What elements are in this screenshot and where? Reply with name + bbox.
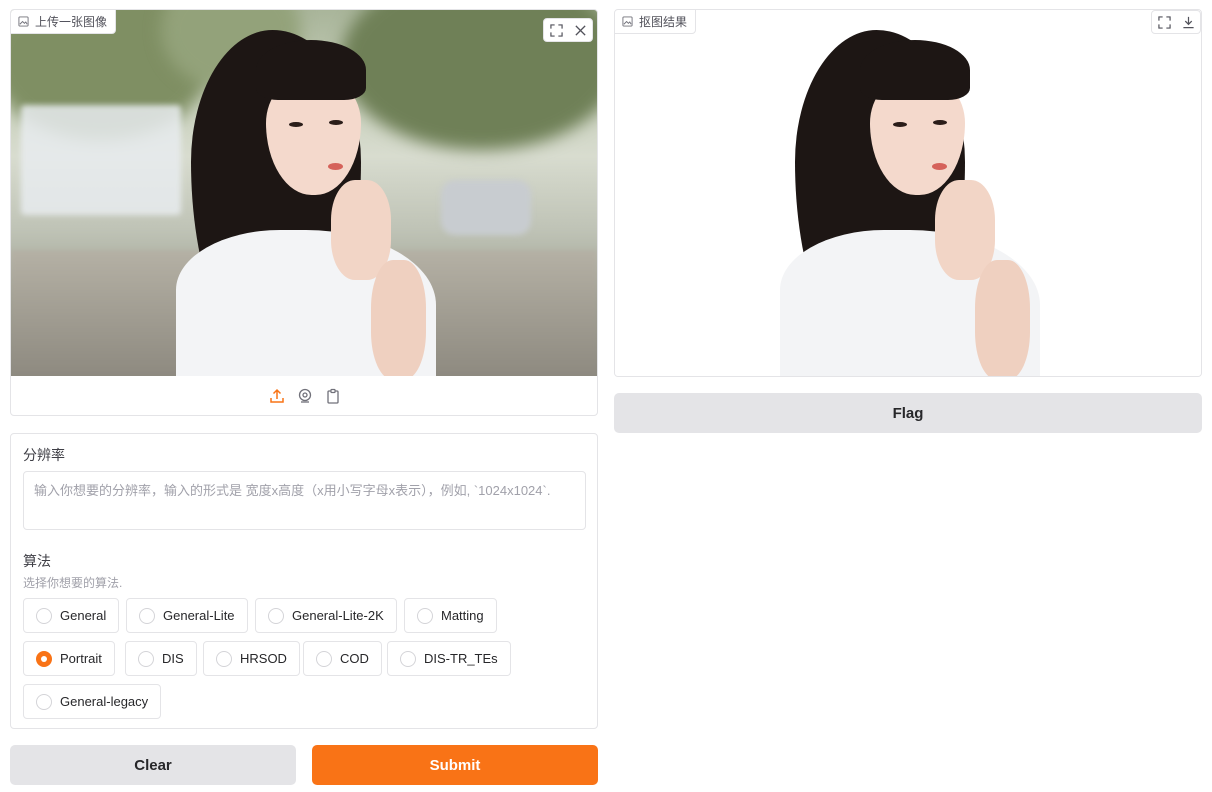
radio-dot: [316, 650, 332, 667]
radio-dot: [138, 650, 154, 667]
radio-hrsod[interactable]: HRSOD: [203, 641, 300, 676]
algorithm-label: 算法: [23, 553, 51, 569]
upload-icon[interactable]: [269, 388, 285, 404]
algorithm-info: 选择你想要的算法.: [23, 576, 123, 590]
output-image-panel: 抠图结果: [614, 9, 1202, 377]
input-source-toolbar: [269, 388, 341, 404]
fullscreen-icon[interactable]: [544, 19, 568, 41]
radio-dis[interactable]: DIS: [125, 641, 197, 676]
close-icon[interactable]: [568, 19, 592, 41]
radio-dot: [139, 607, 155, 624]
radio-general-legacy[interactable]: General-legacy: [23, 684, 162, 719]
resolution-input[interactable]: 输入你想要的分辨率，输入的形式是 宽度x高度（x用小写字母x表示），例如, `1…: [23, 471, 586, 530]
radio-general-lite-2k[interactable]: General-Lite-2K: [255, 598, 397, 633]
radio-dot: [216, 650, 232, 667]
fullscreen-icon[interactable]: [1152, 11, 1176, 33]
radio-dot: [400, 650, 416, 667]
output-image-label-text: 抠图结果: [639, 15, 688, 29]
radio-dot: [417, 607, 433, 624]
output-image-label: 抠图结果: [615, 10, 697, 34]
radio-dot-selected: [36, 650, 52, 667]
radio-portrait[interactable]: Portrait: [23, 641, 115, 676]
input-photo: [11, 10, 597, 376]
output-photo: [615, 10, 1201, 376]
radio-dis-tr-tes[interactable]: DIS-TR_TEs: [387, 641, 511, 676]
radio-matting[interactable]: Matting: [404, 598, 497, 633]
radio-general-lite[interactable]: General-Lite: [126, 598, 248, 633]
output-image-actions: [1151, 10, 1201, 34]
flag-button[interactable]: Flag: [614, 393, 1202, 433]
radio-dot: [268, 607, 284, 624]
image-icon: [622, 16, 633, 27]
radio-dot: [36, 607, 52, 624]
image-icon: [18, 16, 29, 27]
radio-cod[interactable]: COD: [303, 641, 382, 676]
clear-button[interactable]: Clear: [10, 745, 296, 785]
submit-button[interactable]: Submit: [312, 745, 598, 785]
clipboard-icon[interactable]: [325, 388, 341, 404]
resolution-label: 分辨率: [23, 447, 65, 463]
input-image-label-text: 上传一张图像: [35, 15, 108, 29]
input-image-panel: 上传一张图像: [10, 9, 598, 416]
input-image-actions: [543, 18, 593, 42]
settings-card: 分辨率 输入你想要的分辨率，输入的形式是 宽度x高度（x用小写字母x表示），例如…: [10, 433, 598, 729]
radio-dot: [36, 693, 52, 710]
download-icon[interactable]: [1176, 11, 1200, 33]
input-image-label: 上传一张图像: [11, 10, 117, 34]
webcam-icon[interactable]: [297, 388, 313, 404]
radio-general[interactable]: General: [23, 598, 120, 633]
